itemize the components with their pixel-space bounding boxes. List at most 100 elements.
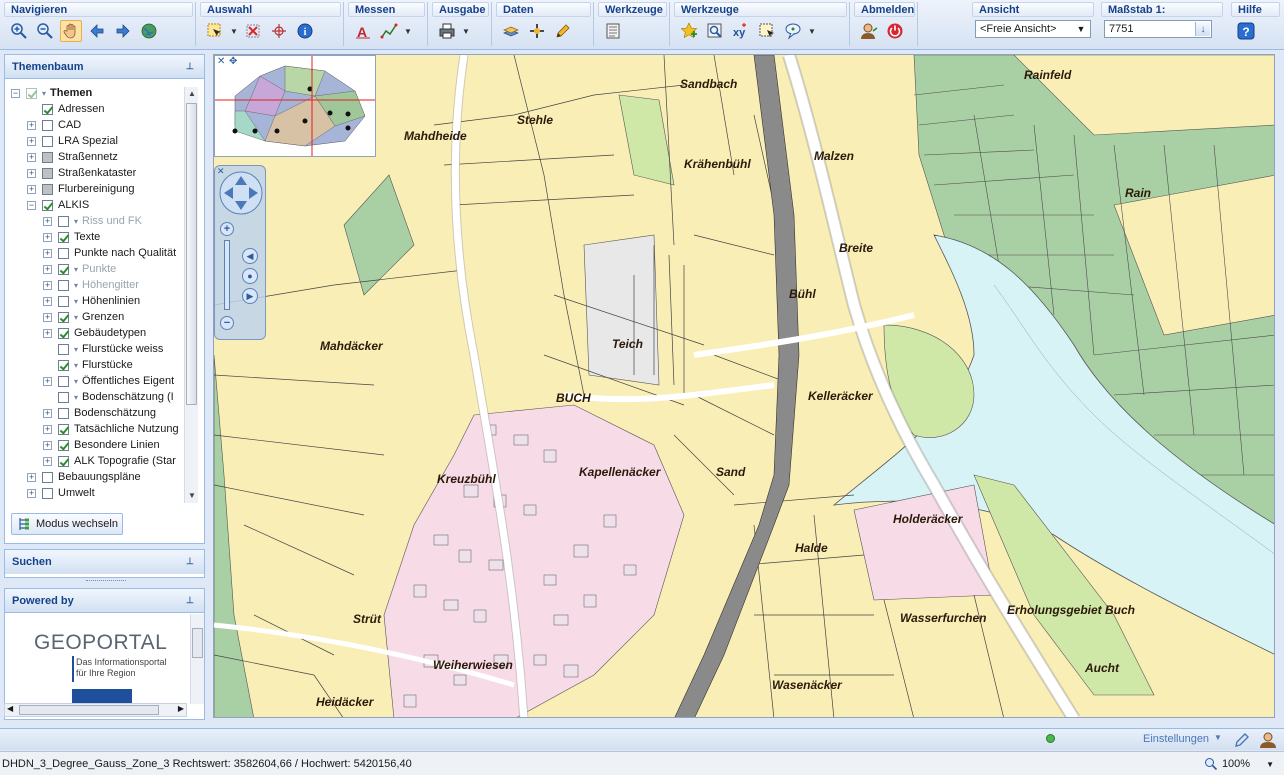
layer-options-icon[interactable]: ▾	[74, 217, 78, 226]
edit-pen-icon[interactable]	[1233, 731, 1251, 749]
layer-tree-item[interactable]: Adressen	[11, 101, 187, 117]
layer-checkbox[interactable]	[26, 87, 37, 99]
layer-options-icon[interactable]: ▾	[74, 313, 78, 322]
pan-compass-icon[interactable]	[216, 168, 266, 218]
layer-tree-item[interactable]: ▾ Flurstücke	[11, 357, 187, 373]
print-dropdown-icon[interactable]: ▼	[462, 20, 470, 42]
layer-tree-item[interactable]: + Flurbereinigung	[11, 181, 187, 197]
expand-icon[interactable]: +	[27, 168, 36, 178]
scroll-left-icon[interactable]: ◀	[7, 704, 13, 713]
layer-checkbox[interactable]	[42, 119, 53, 131]
scale-input[interactable]: 7751 ↓	[1104, 20, 1212, 38]
measure-line-icon[interactable]	[378, 20, 400, 42]
powered-scrollbar[interactable]	[190, 614, 204, 704]
select-frame-icon[interactable]	[756, 20, 778, 42]
einstellungen-menu[interactable]: Einstellungen	[1143, 733, 1209, 745]
layer-options-icon[interactable]: ▾	[74, 345, 78, 354]
layer-tree-item[interactable]: + Umwelt	[11, 485, 187, 501]
overview-close-icon[interactable]: ✕	[217, 56, 225, 67]
layer-tree-item[interactable]: + Tatsächliche Nutzung	[11, 421, 187, 437]
layer-tree-item[interactable]: + Bebauungspläne	[11, 469, 187, 485]
layer-checkbox[interactable]	[42, 487, 53, 499]
measure-dropdown-icon[interactable]: ▼	[404, 20, 412, 42]
expand-icon[interactable]: +	[27, 136, 36, 146]
layer-options-icon[interactable]: ▾	[42, 89, 46, 98]
select-arrow-icon[interactable]	[204, 20, 226, 42]
expand-icon[interactable]: +	[43, 296, 52, 306]
layer-checkbox[interactable]	[58, 231, 69, 243]
back-arrow-icon[interactable]	[86, 20, 108, 42]
layer-options-icon[interactable]: ▾	[74, 377, 78, 386]
layer-checkbox[interactable]	[42, 471, 53, 483]
layer-checkbox[interactable]	[58, 407, 69, 419]
layer-checkbox[interactable]	[42, 103, 53, 115]
add-point-icon[interactable]	[526, 20, 548, 42]
layer-tree-item[interactable]: + Straßenkataster	[11, 165, 187, 181]
layer-checkbox[interactable]	[58, 311, 69, 323]
overview-map[interactable]: ✕ ✥	[214, 55, 376, 157]
expand-icon[interactable]: +	[43, 328, 52, 338]
document-list-icon[interactable]	[602, 20, 624, 42]
pan-hand-icon[interactable]	[60, 20, 82, 42]
zoom-level-select[interactable]: 100% ▼	[1204, 755, 1274, 773]
user-avatar-icon[interactable]	[1259, 731, 1277, 749]
tools-dropdown-icon[interactable]: ▼	[808, 20, 816, 42]
chevron-down-icon[interactable]: ▼	[1074, 22, 1088, 36]
layer-checkbox[interactable]	[58, 343, 69, 355]
layer-tree-item[interactable]: − ALKIS	[11, 197, 187, 213]
layer-tree-item[interactable]: + Besondere Linien	[11, 437, 187, 453]
layer-checkbox[interactable]	[42, 135, 53, 147]
layer-checkbox[interactable]	[58, 455, 69, 467]
layer-tree-item[interactable]: ▾ Flurstücke weiss	[11, 341, 187, 357]
collapse-icon[interactable]: −	[27, 200, 36, 210]
apply-scale-arrow-icon[interactable]: ↓	[1195, 22, 1210, 36]
layer-checkbox[interactable]	[58, 423, 69, 435]
layer-checkbox[interactable]	[58, 439, 69, 451]
geoportal-logo[interactable]: GEOPORTAL Das Informationsportal für Ihr…	[6, 614, 188, 704]
ansicht-select[interactable]: <Freie Ansicht> ▼	[975, 20, 1091, 38]
select-info-icon[interactable]	[268, 20, 290, 42]
layer-tree-item[interactable]: + ALK Topografie (Star	[11, 453, 187, 469]
expand-icon[interactable]: +	[43, 440, 52, 450]
expand-icon[interactable]: +	[43, 264, 52, 274]
expand-icon[interactable]: +	[27, 472, 36, 482]
expand-icon[interactable]: +	[27, 184, 36, 194]
zoom-extent-icon[interactable]: ●	[242, 268, 258, 284]
powered-by-header[interactable]: Powered by ⊥	[5, 589, 204, 613]
zoom-plus-icon[interactable]: +	[220, 222, 234, 236]
layer-tree-item[interactable]: + ▾ Höhengitter	[11, 277, 187, 293]
layer-tree-item[interactable]: + Bodenschätzung	[11, 405, 187, 421]
chevron-down-icon[interactable]: ▼	[1266, 760, 1274, 769]
globe-icon[interactable]	[138, 20, 160, 42]
tree-scrollbar[interactable]: ▲ ▼	[184, 87, 198, 503]
help-icon[interactable]: ?	[1235, 20, 1257, 42]
expand-icon[interactable]: +	[43, 424, 52, 434]
map-view[interactable]: Sandbach Rainfeld Stehle Mahdheide Krähenbüh…	[213, 54, 1275, 718]
layer-tree-item[interactable]: + CAD	[11, 117, 187, 133]
scroll-up-icon[interactable]: ▲	[185, 87, 199, 101]
pan-left-icon[interactable]: ◀	[242, 248, 258, 264]
layer-checkbox[interactable]	[58, 359, 69, 371]
layer-tree-item[interactable]: + Straßennetz	[11, 149, 187, 165]
user-icon[interactable]	[858, 20, 880, 42]
layer-tree-item[interactable]: + ▾ Höhenlinien	[11, 293, 187, 309]
layer-checkbox[interactable]	[42, 167, 53, 179]
layer-checkbox[interactable]	[42, 151, 53, 163]
layer-checkbox[interactable]	[42, 199, 53, 211]
expand-icon[interactable]: +	[27, 152, 36, 162]
logout-power-icon[interactable]	[884, 20, 906, 42]
layer-tree-item[interactable]: − ▾ Themen	[11, 85, 187, 101]
expand-icon[interactable]: +	[43, 312, 52, 322]
layer-options-icon[interactable]: ▾	[74, 393, 78, 402]
layer-checkbox[interactable]	[58, 391, 69, 403]
chevron-down-icon[interactable]: ▼	[1214, 733, 1222, 742]
expand-icon[interactable]: +	[43, 376, 52, 386]
layer-checkbox[interactable]	[58, 295, 69, 307]
layer-checkbox[interactable]	[58, 215, 69, 227]
horizontal-scrollbar[interactable]: ◀ ▶	[4, 703, 187, 717]
layer-tree-item[interactable]: + ▾ Riss und FK	[11, 213, 187, 229]
layer-checkbox[interactable]	[58, 327, 69, 339]
layer-options-icon[interactable]: ▾	[74, 297, 78, 306]
pencil-icon[interactable]	[552, 20, 574, 42]
splitter-handle[interactable]	[86, 580, 126, 584]
